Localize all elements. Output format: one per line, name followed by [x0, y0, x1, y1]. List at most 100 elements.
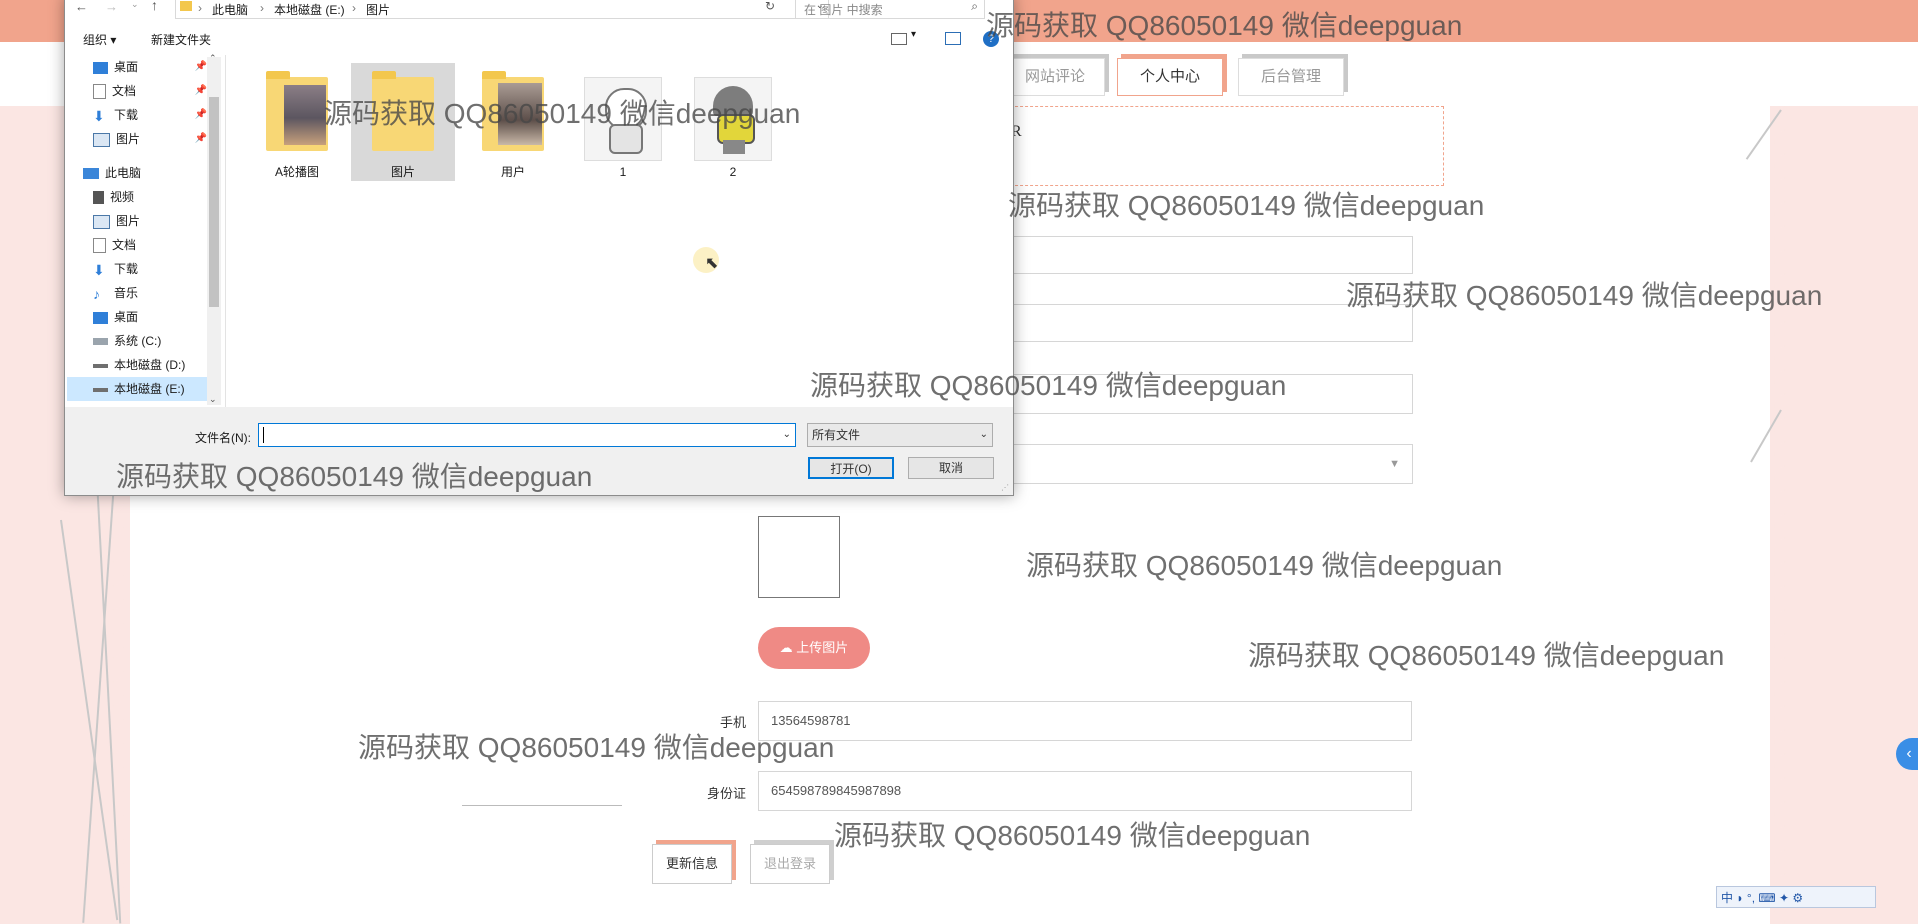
tree-item-downloads[interactable]: ⬇ 下载 — [93, 257, 207, 281]
tab-site-comments[interactable]: 网站评论 — [1005, 58, 1105, 96]
id-card-label: 身份证 — [706, 786, 746, 801]
video-icon — [93, 191, 104, 205]
desktop-icon — [93, 311, 108, 324]
chevron-down-icon[interactable]: ⌄ — [783, 424, 791, 446]
document-icon — [93, 238, 106, 254]
breadcrumb-pictures[interactable]: 图片 — [366, 1, 390, 18]
computer-icon — [83, 168, 99, 180]
recent-dropdown-icon[interactable]: ⌄ — [131, 0, 139, 10]
account-display: R — [1000, 106, 1444, 186]
file-label: 图片 — [390, 165, 415, 179]
folder-icon — [180, 1, 192, 11]
chevron-down-icon: ⌄ — [979, 429, 988, 440]
download-icon: ⬇ — [93, 107, 105, 124]
search-placeholder: 在 图片 中搜索 — [804, 3, 883, 17]
pane-divider — [225, 55, 226, 407]
navigation-tree: 桌面 📌 文档 📌 ⬇ 下载 📌 图片 📌 此电脑 视频 图片 文档 ⬇ 下载 ♪ 音乐 桌面… — [67, 55, 207, 407]
file-label: 用户 — [500, 165, 525, 179]
id-card-input[interactable]: 654598789845987898 — [758, 771, 1412, 811]
file-label: 1 — [619, 165, 627, 179]
pin-icon: 📌 — [194, 109, 207, 120]
resize-grip[interactable]: ⋰ — [1001, 483, 1009, 492]
watermark: 源码获取 QQ86050149 微信deepguan — [116, 461, 593, 492]
mouse-cursor-icon: ⬉ — [705, 255, 719, 272]
file-label: A轮播图 — [274, 165, 319, 179]
pin-icon: 📌 — [194, 133, 207, 144]
tab-admin[interactable]: 后台管理 — [1238, 58, 1344, 96]
back-arrow-icon[interactable]: ← — [75, 0, 88, 14]
filetype-select[interactable]: 所有文件 ⌄ — [807, 423, 993, 447]
file-label: 2 — [729, 165, 737, 179]
tree-item-drive-e[interactable]: 本地磁盘 (E:) — [67, 377, 207, 401]
chevron-down-icon: ▼ — [1389, 458, 1400, 470]
watermark: 源码获取 QQ86050149 微信deepguan — [1248, 640, 1725, 671]
tree-item-documents-quick[interactable]: 文档 📌 — [93, 79, 207, 103]
filename-input[interactable]: ⌄ — [258, 423, 796, 447]
drive-icon — [93, 363, 108, 368]
pictures-icon — [93, 214, 110, 229]
forward-arrow-icon[interactable]: → — [105, 0, 118, 14]
drive-icon — [93, 387, 108, 392]
watermark: 源码获取 QQ86050149 微信deepguan — [324, 98, 801, 129]
cancel-button[interactable]: 取消 — [908, 457, 994, 479]
document-icon — [93, 84, 106, 100]
refresh-icon[interactable]: ↻ — [765, 0, 775, 13]
tree-item-drive-c[interactable]: 系统 (C:) — [93, 329, 207, 353]
tree-item-videos[interactable]: 视频 — [93, 185, 207, 209]
search-box[interactable]: 在 图片 中搜索 ⌕ — [795, 0, 985, 19]
tree-item-pictures[interactable]: 图片 — [93, 209, 207, 233]
tree-item-pictures-quick[interactable]: 图片 📌 — [93, 127, 207, 151]
upload-image-button[interactable]: ☁ 上传图片 — [758, 627, 870, 669]
watermark: 源码获取 QQ86050149 微信deepguan — [834, 820, 1311, 851]
phone-input[interactable]: 13564598781 — [758, 701, 1412, 741]
chevron-left-icon: ‹ — [1906, 745, 1912, 762]
open-button[interactable]: 打开(O) — [808, 457, 894, 479]
update-info-button[interactable]: 更新信息 — [652, 844, 732, 884]
watermark: 源码获取 QQ86050149 微信deepguan — [1026, 550, 1503, 581]
tree-item-desktop-quick[interactable]: 桌面 📌 — [93, 55, 207, 79]
scrollbar-thumb[interactable] — [209, 97, 219, 307]
watermark: 源码获取 QQ86050149 微信deepguan — [810, 370, 1287, 401]
tab-personal-center[interactable]: 个人中心 — [1117, 58, 1223, 96]
breadcrumb-this-pc[interactable]: 此电脑 — [212, 1, 248, 18]
music-icon: ♪ — [93, 285, 100, 302]
organize-menu[interactable]: 组织 ▾ — [83, 31, 116, 48]
new-folder-button[interactable]: 新建文件夹 — [151, 31, 211, 48]
watermark: 源码获取 QQ86050149 微信deepguan — [1008, 190, 1485, 221]
preview-pane-icon[interactable] — [945, 32, 961, 45]
tree-item-music[interactable]: ♪ 音乐 — [93, 281, 207, 305]
address-bar[interactable]: › 此电脑 › 本地磁盘 (E:) › 图片 ⌄ — [175, 0, 829, 19]
view-dropdown-icon[interactable]: ▾ — [911, 29, 916, 40]
filename-label: 文件名(N): — [195, 431, 251, 445]
cloud-upload-icon: ☁ — [779, 640, 793, 655]
form-field-1[interactable] — [1000, 236, 1413, 274]
logout-button[interactable]: 退出登录 — [750, 844, 830, 884]
upload-label: 上传图片 — [796, 640, 849, 655]
scroll-up-icon[interactable]: ⌃ — [209, 53, 217, 64]
search-icon: ⌕ — [971, 0, 978, 13]
divider — [462, 805, 622, 806]
tree-item-drive-d[interactable]: 本地磁盘 (D:) — [93, 353, 207, 377]
tree-item-this-pc[interactable]: 此电脑 — [83, 161, 207, 185]
scalloped-border-right — [1762, 106, 1786, 924]
tree-item-downloads-quick[interactable]: ⬇ 下载 📌 — [93, 103, 207, 127]
ime-toolbar[interactable]: 中 ◗ °, ⌨ ✦ ⚙ — [1716, 886, 1876, 908]
download-icon: ⬇ — [93, 261, 105, 278]
pictures-icon — [93, 132, 110, 147]
tree-item-desktop[interactable]: 桌面 — [93, 305, 207, 329]
up-arrow-icon[interactable]: ↑ — [151, 0, 158, 13]
form-select[interactable]: ▼ — [1000, 444, 1413, 484]
drive-icon — [93, 338, 108, 346]
tree-item-documents[interactable]: 文档 — [93, 233, 207, 257]
desktop-icon — [93, 61, 108, 74]
pin-icon: 📌 — [194, 61, 207, 72]
breadcrumb-drive-e[interactable]: 本地磁盘 (E:) — [274, 1, 345, 18]
filetype-value: 所有文件 — [812, 428, 861, 442]
tree-scrollbar[interactable]: ⌃ ⌄ — [207, 53, 221, 405]
view-mode-icon[interactable] — [891, 33, 907, 45]
side-panel-toggle[interactable]: ‹ — [1896, 738, 1918, 770]
file-open-dialog: ← → ⌄ ↑ › 此电脑 › 本地磁盘 (E:) › 图片 ⌄ ↻ 在 图片 … — [64, 0, 1014, 496]
watermark: 源码获取 QQ86050149 微信deepguan — [1346, 280, 1823, 311]
scroll-down-icon[interactable]: ⌄ — [209, 394, 217, 405]
pin-icon: 📌 — [194, 85, 207, 96]
